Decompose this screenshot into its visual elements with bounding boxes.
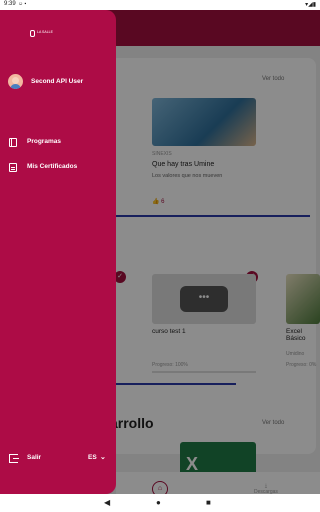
language-select[interactable]: ES ⌄ — [88, 454, 106, 461]
logo-text: LA SALLE — [37, 30, 53, 34]
status-bar: 9:39 ☺ ▪ ▾◢▮ — [0, 0, 320, 10]
back-icon[interactable]: ◀ — [104, 498, 110, 507]
logout-icon — [9, 454, 19, 463]
navigation-drawer: LA SALLE Second API User Programas Mis C… — [0, 10, 116, 494]
user-name: Second API User — [31, 78, 84, 85]
app-logo: LA SALLE — [30, 29, 53, 38]
chevron-down-icon: ⌄ — [100, 454, 106, 461]
menu-item-label: Mis Certificados — [27, 163, 78, 170]
recents-icon[interactable]: ■ — [206, 498, 211, 507]
avatar — [8, 74, 23, 89]
status-system-icons: ▾◢▮ — [305, 2, 316, 8]
logout-label: Salir — [27, 454, 42, 461]
system-nav-bar: ◀ ● ■ — [0, 494, 320, 512]
logo-mark — [30, 30, 35, 37]
home-circle-icon[interactable]: ● — [156, 498, 161, 507]
status-notification-icons: ☺ ▪ — [18, 1, 27, 7]
language-value: ES — [88, 454, 97, 461]
menu-item-label: Programas — [27, 138, 61, 145]
certificate-icon — [9, 163, 17, 172]
status-time: 9:39 — [4, 1, 16, 7]
book-icon — [9, 138, 17, 147]
